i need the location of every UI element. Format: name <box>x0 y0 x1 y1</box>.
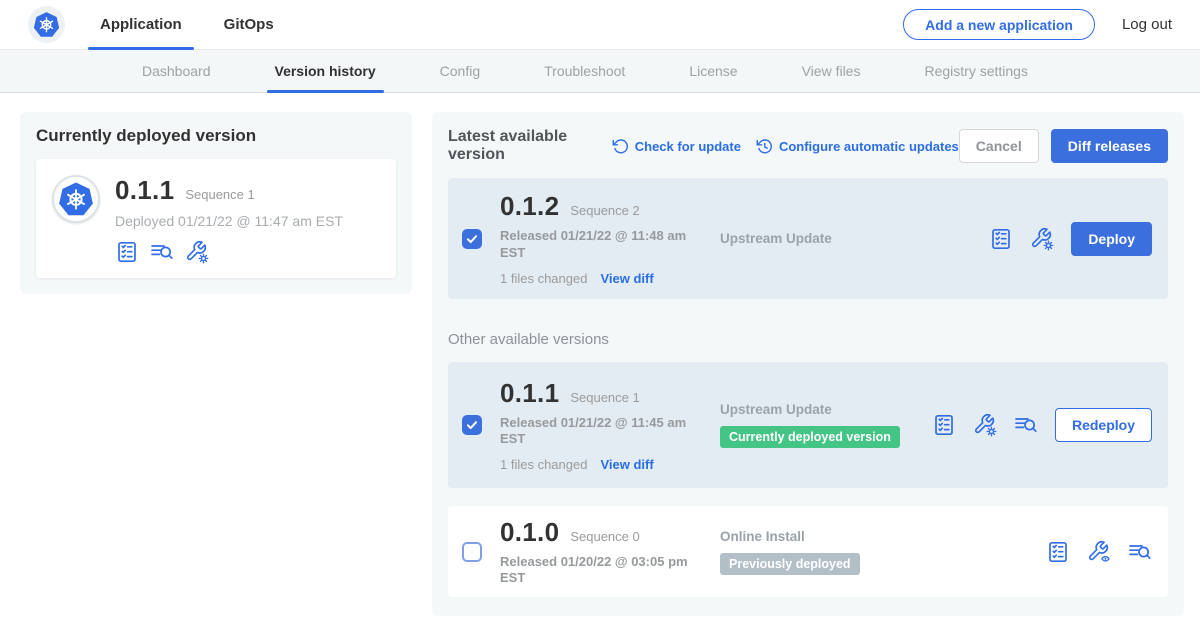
released-timestamp: Released 01/20/22 @ 03:05 pm EST <box>500 554 688 587</box>
released-timestamp: Released 01/21/22 @ 11:45 am EST <box>500 415 688 448</box>
nav-tab-label: GitOps <box>224 16 274 33</box>
panel-title: Currently deployed version <box>36 126 396 146</box>
tab-license[interactable]: License <box>685 50 741 92</box>
files-changed-label: 1 files changed <box>500 271 587 286</box>
view-config-icon[interactable] <box>1087 540 1111 564</box>
deploy-logs-icon[interactable] <box>150 240 174 264</box>
latest-version-header: Latest available version Check for updat… <box>448 128 1168 164</box>
kubernetes-logo-icon <box>33 11 60 38</box>
top-nav: Application GitOps <box>98 0 314 50</box>
check-icon <box>465 418 479 432</box>
source-label: Upstream Update <box>720 402 832 417</box>
top-header: Application GitOps Add a new application… <box>0 0 1200 50</box>
tab-registry-settings[interactable]: Registry settings <box>920 50 1031 92</box>
available-versions-panel: Latest available version Check for updat… <box>432 112 1184 616</box>
app-subnav: Dashboard Version history Config Trouble… <box>0 50 1200 93</box>
diff-releases-button[interactable]: Diff releases <box>1051 129 1168 163</box>
sequence-label: Sequence 0 <box>570 529 639 544</box>
app-logo <box>28 6 65 43</box>
main-content: Currently deployed version 0.1.1 Sequenc… <box>0 93 1200 616</box>
version-number: 0.1.0 <box>500 517 559 548</box>
tab-dashboard[interactable]: Dashboard <box>138 50 215 92</box>
tab-view-files[interactable]: View files <box>798 50 865 92</box>
version-checkbox[interactable] <box>462 229 482 249</box>
preflight-checks-icon[interactable] <box>115 240 139 264</box>
version-info: 0.1.2 Sequence 2 Released 01/21/22 @ 11:… <box>500 191 720 286</box>
sequence-label: Sequence 1 <box>570 390 639 405</box>
version-number: 0.1.2 <box>500 191 559 222</box>
nav-tab-gitops[interactable]: GitOps <box>222 0 276 50</box>
released-timestamp: Released 01/21/22 @ 11:48 am EST <box>500 228 688 261</box>
other-versions-label: Other available versions <box>448 331 1168 348</box>
nav-tab-label: Application <box>100 16 182 33</box>
version-number: 0.1.1 <box>500 378 559 409</box>
preflight-checks-icon[interactable] <box>932 413 956 437</box>
app-icon-ring <box>52 175 100 223</box>
version-info: 0.1.1 Sequence 1 Released 01/21/22 @ 11:… <box>500 378 720 473</box>
preflight-checks-icon[interactable] <box>989 227 1013 251</box>
version-info: 0.1.0 Sequence 0 Released 01/20/22 @ 03:… <box>500 517 720 587</box>
deploy-logs-icon[interactable] <box>1014 413 1038 437</box>
version-row-0-1-1: 0.1.1 Sequence 1 Released 01/21/22 @ 11:… <box>448 362 1168 488</box>
version-checkbox[interactable] <box>462 542 482 562</box>
latest-version-title: Latest available version <box>448 128 597 164</box>
tab-troubleshoot[interactable]: Troubleshoot <box>540 50 629 92</box>
configure-automatic-updates-link[interactable]: Configure automatic updates <box>756 138 959 155</box>
edit-config-icon[interactable] <box>185 240 209 264</box>
deployed-version-number: 0.1.1 <box>115 175 174 206</box>
check-for-update-link[interactable]: Check for update <box>612 138 741 155</box>
logout-link[interactable]: Log out <box>1122 16 1172 33</box>
view-diff-link[interactable]: View diff <box>600 457 653 472</box>
tab-config[interactable]: Config <box>436 50 484 92</box>
preflight-checks-icon[interactable] <box>1046 540 1070 564</box>
version-source: Online Install Previously deployed <box>720 529 860 575</box>
tab-version-history[interactable]: Version history <box>271 50 380 92</box>
deploy-logs-icon[interactable] <box>1128 540 1152 564</box>
source-label: Upstream Update <box>720 231 832 246</box>
version-source: Upstream Update <box>720 231 832 246</box>
deployed-timestamp: Deployed 01/21/22 @ 11:47 am EST <box>115 213 343 229</box>
refresh-icon <box>612 138 629 155</box>
redeploy-button[interactable]: Redeploy <box>1055 408 1152 442</box>
previously-deployed-badge: Previously deployed <box>720 553 860 575</box>
source-label: Online Install <box>720 529 805 544</box>
edit-config-icon[interactable] <box>973 413 997 437</box>
add-new-application-button[interactable]: Add a new application <box>903 9 1095 40</box>
check-icon <box>465 232 479 246</box>
version-source: Upstream Update Currently deployed versi… <box>720 402 900 448</box>
view-diff-link[interactable]: View diff <box>600 271 653 286</box>
version-checkbox[interactable] <box>462 415 482 435</box>
currently-deployed-badge: Currently deployed version <box>720 426 900 448</box>
clock-refresh-icon <box>756 138 773 155</box>
cancel-button[interactable]: Cancel <box>959 129 1039 163</box>
deployed-version-card: 0.1.1 Sequence 1 Deployed 01/21/22 @ 11:… <box>36 159 396 278</box>
deploy-button[interactable]: Deploy <box>1071 222 1152 256</box>
kubernetes-logo-icon <box>58 181 94 217</box>
currently-deployed-panel: Currently deployed version 0.1.1 Sequenc… <box>20 112 412 294</box>
edit-config-icon[interactable] <box>1030 227 1054 251</box>
version-row-0-1-2: 0.1.2 Sequence 2 Released 01/21/22 @ 11:… <box>448 178 1168 299</box>
deployed-sequence-label: Sequence 1 <box>185 187 254 202</box>
version-row-0-1-0: 0.1.0 Sequence 0 Released 01/20/22 @ 03:… <box>448 506 1168 597</box>
nav-tab-application[interactable]: Application <box>98 0 184 50</box>
sequence-label: Sequence 2 <box>570 203 639 218</box>
files-changed-label: 1 files changed <box>500 457 587 472</box>
